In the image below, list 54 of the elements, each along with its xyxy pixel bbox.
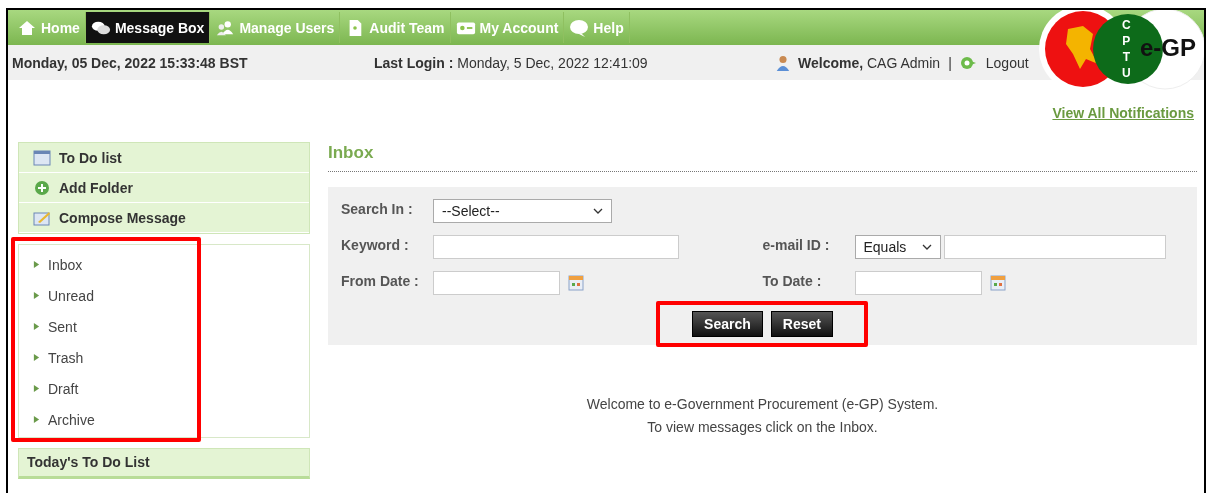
folder-link[interactable]: Sent xyxy=(19,311,309,342)
sidebar-action[interactable]: Add Folder xyxy=(19,173,309,203)
folder-link[interactable]: Draft xyxy=(19,373,309,404)
caret-icon xyxy=(921,244,932,250)
calendar-icon[interactable] xyxy=(568,275,584,291)
list-icon xyxy=(33,149,51,166)
operator-dropdown[interactable]: Equals xyxy=(854,235,941,259)
folder-link[interactable]: Archive xyxy=(19,404,309,435)
compose-icon xyxy=(33,209,51,226)
sidebar-action[interactable]: Compose Message xyxy=(19,203,309,233)
chevron-icon xyxy=(33,291,40,300)
form-button[interactable]: Reset xyxy=(770,311,833,337)
welcome-message: Welcome to e-Government Procurement (e-GP) System. xyxy=(585,395,940,414)
keyword-field[interactable] xyxy=(433,235,679,259)
help-icon xyxy=(569,18,590,37)
logo-letter: C xyxy=(1122,17,1131,33)
form-button[interactable]: Search xyxy=(692,311,763,337)
to-date-field[interactable] xyxy=(854,271,982,295)
caret-icon xyxy=(593,208,603,214)
nav-tab[interactable]: Message Box xyxy=(85,12,211,43)
folder-link[interactable]: Unread xyxy=(19,280,309,311)
chevron-icon xyxy=(33,322,40,331)
logo-letter: P xyxy=(1122,33,1131,49)
welcome-text: Welcome, CAG Admin xyxy=(798,54,941,71)
users-icon xyxy=(215,18,236,37)
from-date-field[interactable] xyxy=(433,271,560,295)
user-icon xyxy=(774,54,792,71)
folder-link[interactable]: Trash xyxy=(19,342,309,373)
logo-letter: T xyxy=(1122,49,1130,65)
field-label: Keyword : xyxy=(341,236,410,253)
field-label: e-mail ID : xyxy=(762,236,831,253)
field-label: Search In : xyxy=(341,200,414,217)
separator: | xyxy=(948,54,952,71)
chevron-icon xyxy=(33,260,40,269)
search-in-dropdown[interactable]: --Select-- xyxy=(433,199,612,223)
field-label: From Date : xyxy=(341,272,420,289)
plus-circle-icon xyxy=(33,179,51,196)
chevron-icon xyxy=(33,353,40,362)
email-field[interactable] xyxy=(943,235,1166,259)
house-icon xyxy=(17,18,37,37)
page-title: Inbox xyxy=(328,142,1197,172)
calendar-icon[interactable] xyxy=(989,275,1006,291)
sidebar-action[interactable]: To Do list xyxy=(19,143,309,173)
field-label: To Date : xyxy=(762,272,823,289)
todays-todo-heading: Today's To Do List xyxy=(18,448,310,479)
logout-icon xyxy=(959,54,978,71)
current-date: Monday, 05 Dec, 2022 15:33:48 BST xyxy=(12,54,249,71)
chevron-icon xyxy=(33,384,40,393)
folder-link[interactable]: Inbox xyxy=(19,249,309,280)
chevron-icon xyxy=(33,415,40,424)
logo-letter: U xyxy=(1122,65,1131,81)
welcome-message: To view messages click on the Inbox. xyxy=(646,418,879,437)
logout-link[interactable]: Logout xyxy=(985,54,1029,71)
last-login: Last Login : Monday, 5 Dec, 2022 12:41:09 xyxy=(374,54,649,71)
